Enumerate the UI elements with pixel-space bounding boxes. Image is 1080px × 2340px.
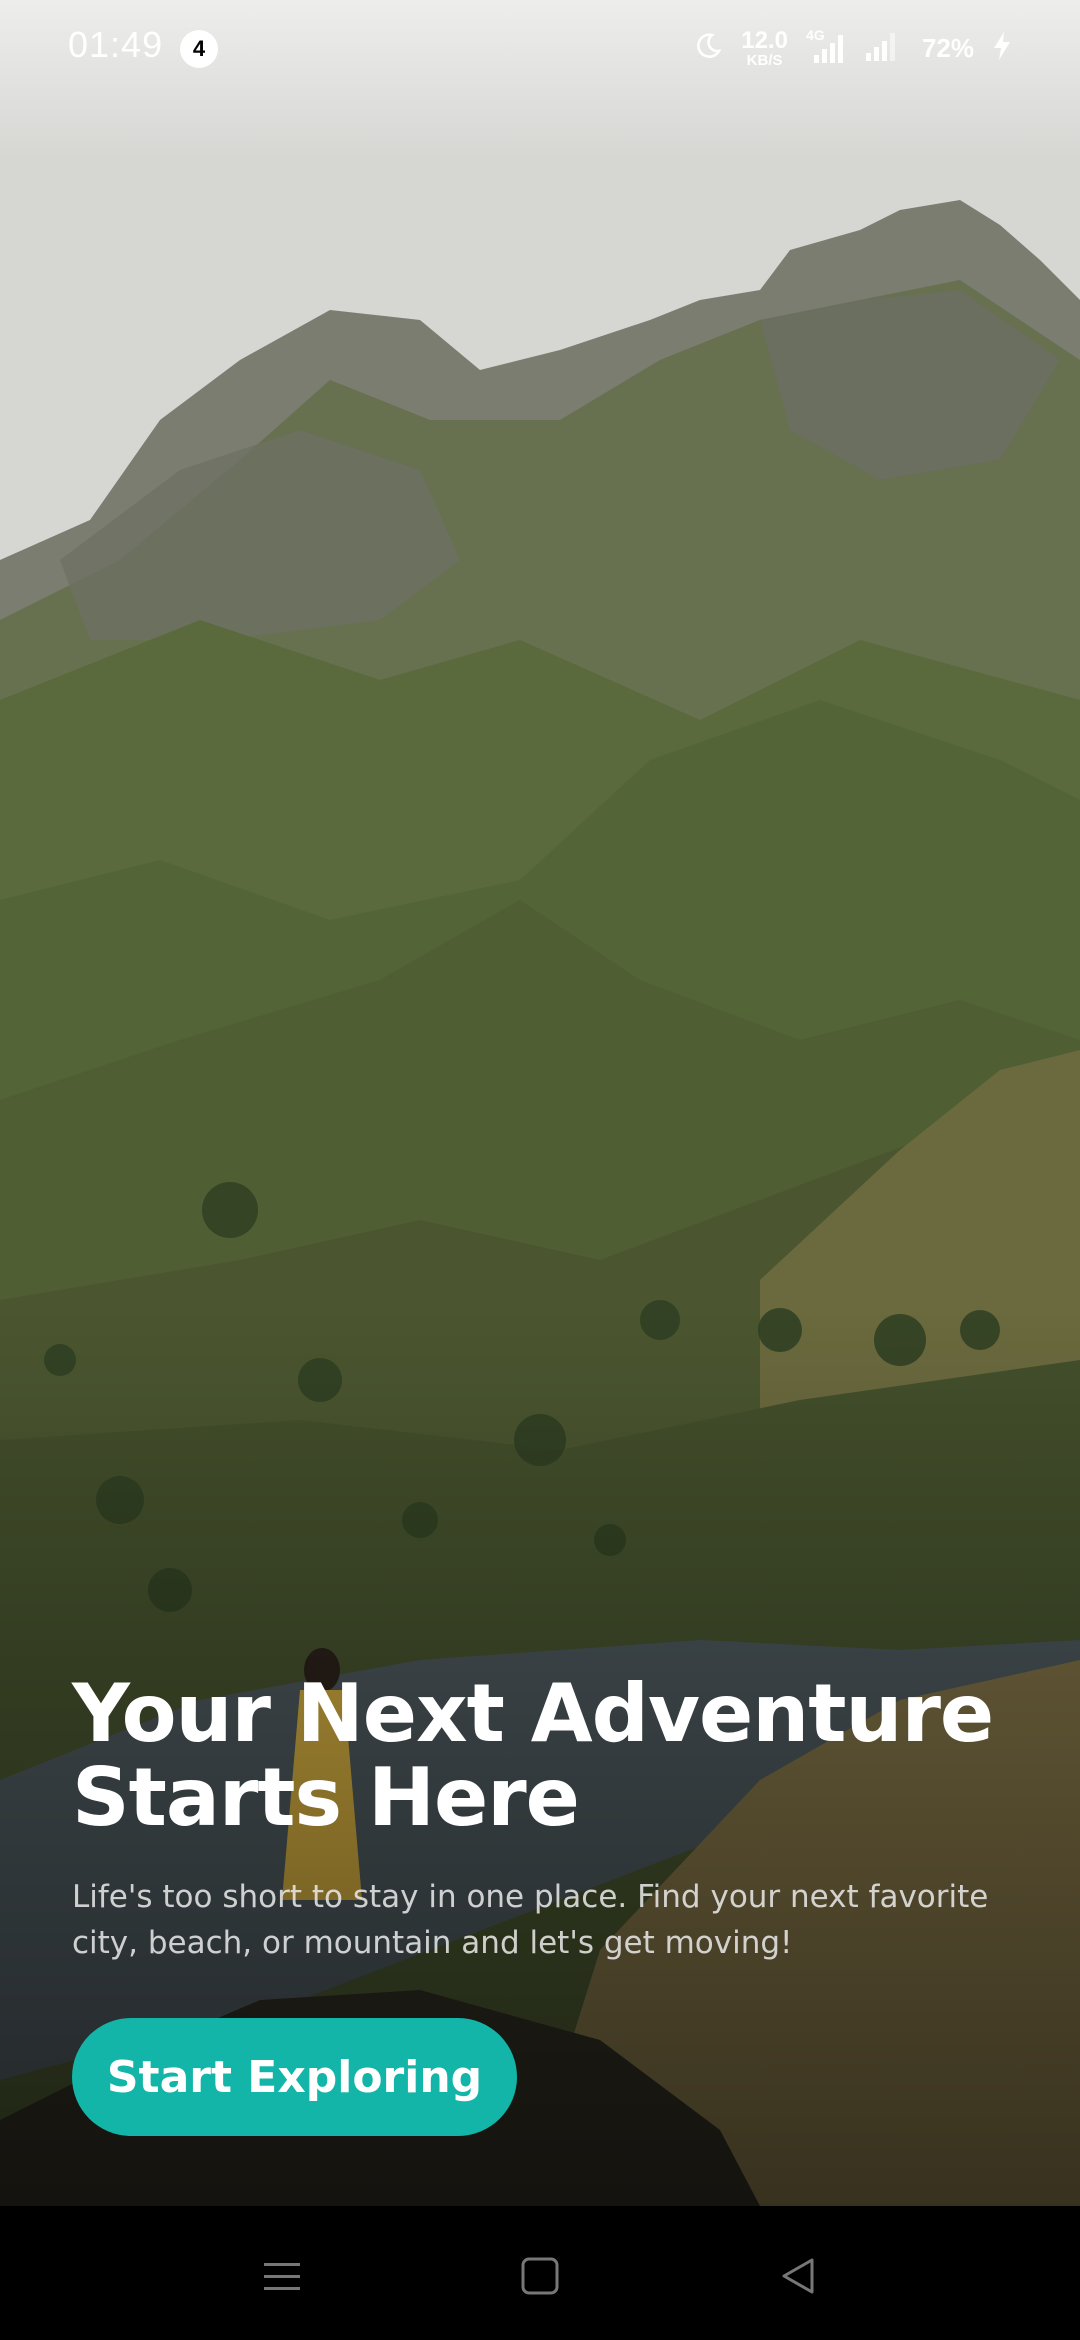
status-indicators: 12.0 KB/S 4G 72% [693,26,1012,70]
moon-icon [693,31,723,66]
back-triangle-icon [782,2258,814,2294]
home-square-icon [521,2257,559,2295]
menu-icon [264,2263,300,2290]
network-speed: 12.0 KB/S [741,26,788,69]
hero-content: Your Next Adventure Starts Here Life's t… [72,1672,1012,1966]
network-speed-value: 12.0 [741,26,788,54]
battery-level: 72% [921,32,974,63]
system-navigation-bar [0,2206,1080,2340]
recent-apps-button[interactable] [242,2236,322,2316]
back-button[interactable] [758,2236,838,2316]
hero-subtext: Life's too short to stay in one place. F… [72,1879,989,1961]
hero-headline: Your Next Adventure Starts Here [72,1667,994,1844]
notification-count-badge: 4 [180,30,218,68]
signal-4g-icon: 4G [806,27,846,65]
signal-icon [864,29,904,68]
charging-bolt-icon [992,31,1012,66]
home-button[interactable] [500,2236,580,2316]
network-speed-unit: KB/S [746,51,783,69]
start-exploring-button[interactable]: Start Exploring [72,2018,517,2136]
status-bar: 01:49 4 12.0 KB/S 4G 72% [0,0,1080,96]
onboarding-screen: 01:49 4 12.0 KB/S 4G 72% Your Next Adven… [0,0,1080,2340]
status-time: 01:49 [68,24,164,65]
